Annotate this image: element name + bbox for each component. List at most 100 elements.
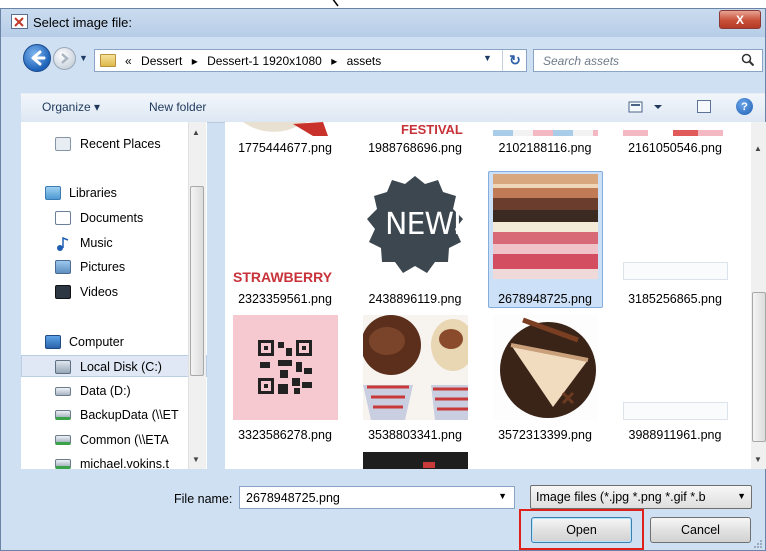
nav-item-computer[interactable]: Computer: [21, 331, 207, 353]
command-bar: Organize ▾ New folder ?: [21, 93, 765, 123]
file-type-value: Image files (*.jpg *.png *.gif *.b: [536, 490, 706, 504]
refresh-icon: ↻: [509, 52, 521, 68]
change-view-button[interactable]: [628, 100, 662, 114]
breadcrumb-separator[interactable]: ▸: [331, 54, 337, 68]
navigation-scrollbar[interactable]: ▲ ▼: [188, 122, 206, 469]
file-name[interactable]: 2323359561.png: [225, 292, 350, 306]
chevron-down-icon: ▼: [737, 491, 746, 501]
file-thumbnail[interactable]: [623, 174, 728, 280]
nav-item-label: BackupData (\\ET: [80, 408, 179, 422]
file-thumbnail[interactable]: [361, 315, 475, 420]
file-name[interactable]: 2161050546.png: [610, 141, 740, 155]
nav-item-backupdata[interactable]: BackupData (\\ET: [21, 404, 207, 426]
file-name[interactable]: 3323586278.png: [225, 428, 350, 442]
network-drive-icon: [55, 459, 71, 469]
recent-places-icon: [55, 137, 71, 151]
close-button[interactable]: X: [719, 10, 761, 29]
breadcrumb-overflow[interactable]: «: [125, 54, 132, 68]
file-thumbnail[interactable]: STRAWBERRY: [233, 174, 338, 285]
scroll-down-icon[interactable]: ▼: [754, 455, 762, 464]
file-name-value[interactable]: 2678948725.png: [246, 491, 340, 505]
nav-item-label: Common (\\ETA: [80, 433, 169, 447]
file-name[interactable]: 3538803341.png: [350, 428, 480, 442]
nav-item-common[interactable]: Common (\\ETA: [21, 429, 207, 451]
file-thumbnail[interactable]: [233, 122, 338, 136]
resize-grip-icon[interactable]: [753, 539, 763, 549]
nav-item-label: Documents: [80, 211, 144, 225]
nav-item-libraries[interactable]: Libraries: [21, 182, 207, 204]
help-icon: ?: [741, 100, 748, 113]
breadcrumb: « Dessert ▸ Dessert-1 1920x1080 ▸ assets: [125, 54, 387, 68]
back-button[interactable]: [23, 44, 51, 72]
address-dropdown-icon[interactable]: ▼: [483, 53, 492, 63]
nav-item-pictures[interactable]: Pictures: [21, 256, 207, 278]
file-thumbnail[interactable]: [493, 315, 598, 420]
app-icon: [11, 14, 28, 29]
open-button-highlight: [519, 509, 644, 550]
file-thumbnail[interactable]: FESTIVAL: [363, 122, 468, 136]
organize-button[interactable]: Organize ▾: [42, 100, 100, 114]
help-button[interactable]: ?: [736, 98, 753, 115]
nav-item-label: Local Disk (C:): [80, 360, 162, 374]
breadcrumb-assets[interactable]: assets: [347, 54, 382, 68]
videos-icon: [55, 285, 71, 299]
file-thumbnail[interactable]: [233, 315, 338, 420]
local-disk-icon: [55, 360, 71, 374]
file-thumbnail[interactable]: [623, 315, 728, 420]
nav-item-music[interactable]: Music: [21, 232, 207, 254]
file-thumbnail[interactable]: [363, 452, 468, 469]
file-thumbnail[interactable]: [623, 122, 728, 136]
file-name-field[interactable]: 2678948725.png ▼: [239, 486, 515, 509]
nav-item-label: Recent Places: [80, 137, 161, 151]
file-thumbnail-selected[interactable]: [493, 174, 598, 279]
refresh-button[interactable]: ↻: [502, 50, 527, 71]
address-bar[interactable]: « Dessert ▸ Dessert-1 1920x1080 ▸ assets…: [94, 49, 527, 72]
documents-icon: [55, 211, 71, 225]
file-type-select[interactable]: Image files (*.jpg *.png *.gif *.b ▼: [530, 485, 752, 509]
file-name-selected[interactable]: 2678948725.png: [480, 292, 610, 306]
file-name[interactable]: 1988768696.png: [350, 141, 480, 155]
scrollbar-thumb[interactable]: [752, 292, 766, 442]
nav-item-data-drive[interactable]: Data (D:): [21, 380, 207, 402]
search-box[interactable]: Search assets: [533, 49, 763, 72]
breadcrumb-separator[interactable]: ▸: [192, 54, 198, 68]
file-list-scrollbar[interactable]: ▲ ▼: [751, 122, 766, 469]
drive-icon: [55, 387, 71, 396]
nav-item-label: michael.vokins.t: [80, 457, 169, 469]
title-bar: Select image file: X: [1, 9, 765, 37]
scroll-up-icon[interactable]: ▲: [192, 128, 200, 137]
file-dialog-window: Select image file: X ▼ « Dessert ▸ Desse…: [0, 8, 766, 551]
nav-item-label: Computer: [69, 335, 124, 349]
file-list: FESTIVAL 1775444677.png 1988768696.png 2…: [225, 122, 751, 469]
nav-item-documents[interactable]: Documents: [21, 207, 207, 229]
file-name[interactable]: 3988911961.png: [610, 428, 740, 442]
search-input[interactable]: Search assets: [543, 54, 619, 68]
nav-item-local-disk[interactable]: Local Disk (C:): [21, 355, 207, 377]
file-name-label: File name:: [174, 492, 233, 506]
recent-locations-dropdown[interactable]: ▼: [79, 53, 91, 65]
file-name[interactable]: 2102188116.png: [480, 141, 610, 155]
computer-icon: [45, 335, 61, 349]
breadcrumb-dessert-1[interactable]: Dessert-1 1920x1080: [207, 54, 322, 68]
forward-button[interactable]: [53, 47, 76, 70]
file-name[interactable]: 3185256865.png: [610, 292, 740, 306]
scroll-down-icon[interactable]: ▼: [192, 455, 200, 464]
nav-item-label: Libraries: [69, 186, 117, 200]
nav-item-videos[interactable]: Videos: [21, 281, 207, 303]
preview-pane-button[interactable]: [697, 100, 711, 113]
breadcrumb-dessert[interactable]: Dessert: [141, 54, 182, 68]
search-icon[interactable]: [741, 53, 755, 67]
nav-item-recent-places[interactable]: Recent Places: [21, 133, 207, 155]
cancel-button[interactable]: Cancel: [650, 517, 751, 543]
file-name[interactable]: 2438896119.png: [350, 292, 480, 306]
scroll-up-icon[interactable]: ▲: [754, 144, 762, 153]
file-thumbnail[interactable]: [493, 122, 598, 136]
scrollbar-thumb[interactable]: [190, 186, 204, 376]
file-name[interactable]: 3572313399.png: [480, 428, 610, 442]
new-folder-button[interactable]: New folder: [149, 100, 206, 114]
file-name-dropdown-icon[interactable]: ▼: [498, 491, 507, 501]
nav-item-michael[interactable]: michael.vokins.t: [21, 453, 207, 469]
file-thumbnail[interactable]: NEWIN: [363, 174, 483, 279]
file-name[interactable]: 1775444677.png: [225, 141, 350, 155]
festival-thumb-text: FESTIVAL: [401, 122, 463, 136]
